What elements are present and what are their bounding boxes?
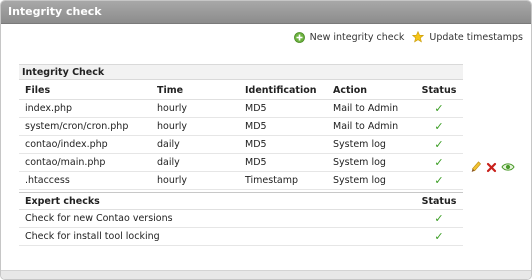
checkmark-icon: ✓: [434, 212, 444, 225]
expert-check-label: Check for install tool locking: [19, 227, 415, 246]
status-cell: ✓: [415, 117, 463, 136]
table-header-row: Files Time Identification Action Status: [19, 82, 463, 100]
new-integrity-check-label: New integrity check: [309, 31, 405, 43]
file-cell: contao/main.php: [19, 153, 151, 172]
integrity-section-header: Integrity Check: [19, 64, 463, 80]
toolbar: New integrity check Update timestamps: [293, 31, 523, 43]
time-cell: daily: [151, 135, 239, 154]
table-header-row: Expert checks Status: [19, 192, 463, 210]
row-actions: [471, 161, 515, 173]
status-cell: ✓: [415, 227, 463, 246]
time-cell: hourly: [151, 117, 239, 136]
identification-cell: MD5: [239, 117, 327, 136]
update-timestamps-button[interactable]: Update timestamps: [412, 31, 523, 43]
identification-cell: MD5: [239, 153, 327, 172]
status-cell: ✓: [415, 209, 463, 228]
pencil-icon[interactable]: [471, 161, 482, 173]
status-cell: ✓: [415, 99, 463, 118]
time-cell: hourly: [151, 171, 239, 190]
eye-icon[interactable]: [501, 162, 515, 172]
status-cell: ✓: [415, 135, 463, 154]
identification-cell: MD5: [239, 99, 327, 118]
column-header-identification: Identification: [239, 82, 327, 100]
identification-cell: MD5: [239, 135, 327, 154]
status-cell: ✓: [415, 153, 463, 172]
new-integrity-check-button[interactable]: New integrity check: [293, 31, 405, 43]
table-row: index.php hourly MD5 Mail to Admin ✓: [19, 99, 463, 118]
column-header-files: Files: [19, 82, 151, 100]
delete-x-icon[interactable]: [486, 162, 497, 173]
checkmark-icon: ✓: [434, 156, 444, 169]
column-header-action: Action: [327, 82, 415, 100]
file-cell: .htaccess: [19, 171, 151, 190]
checkmark-icon: ✓: [434, 102, 444, 115]
table-row: .htaccess hourly Timestamp System log ✓: [19, 171, 463, 190]
table-row: contao/main.php daily MD5 System log ✓: [19, 153, 463, 172]
checkmark-icon: ✓: [434, 120, 444, 133]
column-header-status: Status: [415, 82, 463, 100]
table-row: contao/index.php daily MD5 System log ✓: [19, 135, 463, 154]
file-cell: system/cron/cron.php: [19, 117, 151, 136]
time-cell: hourly: [151, 99, 239, 118]
column-header-time: Time: [151, 82, 239, 100]
expert-check-label: Check for new Contao versions: [19, 209, 415, 228]
panel-footer: [1, 270, 531, 279]
file-cell: index.php: [19, 99, 151, 118]
star-icon: [412, 31, 425, 43]
table-row: Check for install tool locking ✓: [19, 227, 463, 246]
window-title: Integrity check: [1, 1, 531, 24]
update-timestamps-label: Update timestamps: [429, 31, 523, 43]
identification-cell: Timestamp: [239, 171, 327, 190]
file-cell: contao/index.php: [19, 135, 151, 154]
column-header-status: Status: [415, 192, 463, 210]
column-header-expert-checks: Expert checks: [19, 192, 415, 210]
time-cell: daily: [151, 153, 239, 172]
action-cell: Mail to Admin: [327, 117, 415, 136]
checkmark-icon: ✓: [434, 230, 444, 243]
checkmark-icon: ✓: [434, 138, 444, 151]
action-cell: System log: [327, 135, 415, 154]
checkmark-icon: ✓: [434, 174, 444, 187]
status-cell: ✓: [415, 171, 463, 190]
table-row: Check for new Contao versions ✓: [19, 209, 463, 228]
integrity-files-table: Files Time Identification Action Status …: [19, 82, 463, 190]
integrity-check-panel: Integrity check New integrity check Upda…: [0, 0, 532, 280]
action-cell: Mail to Admin: [327, 99, 415, 118]
plus-circle-icon: [293, 31, 305, 43]
action-cell: System log: [327, 153, 415, 172]
expert-checks-table: Expert checks Status Check for new Conta…: [19, 192, 463, 246]
action-cell: System log: [327, 171, 415, 190]
table-row: system/cron/cron.php hourly MD5 Mail to …: [19, 117, 463, 136]
